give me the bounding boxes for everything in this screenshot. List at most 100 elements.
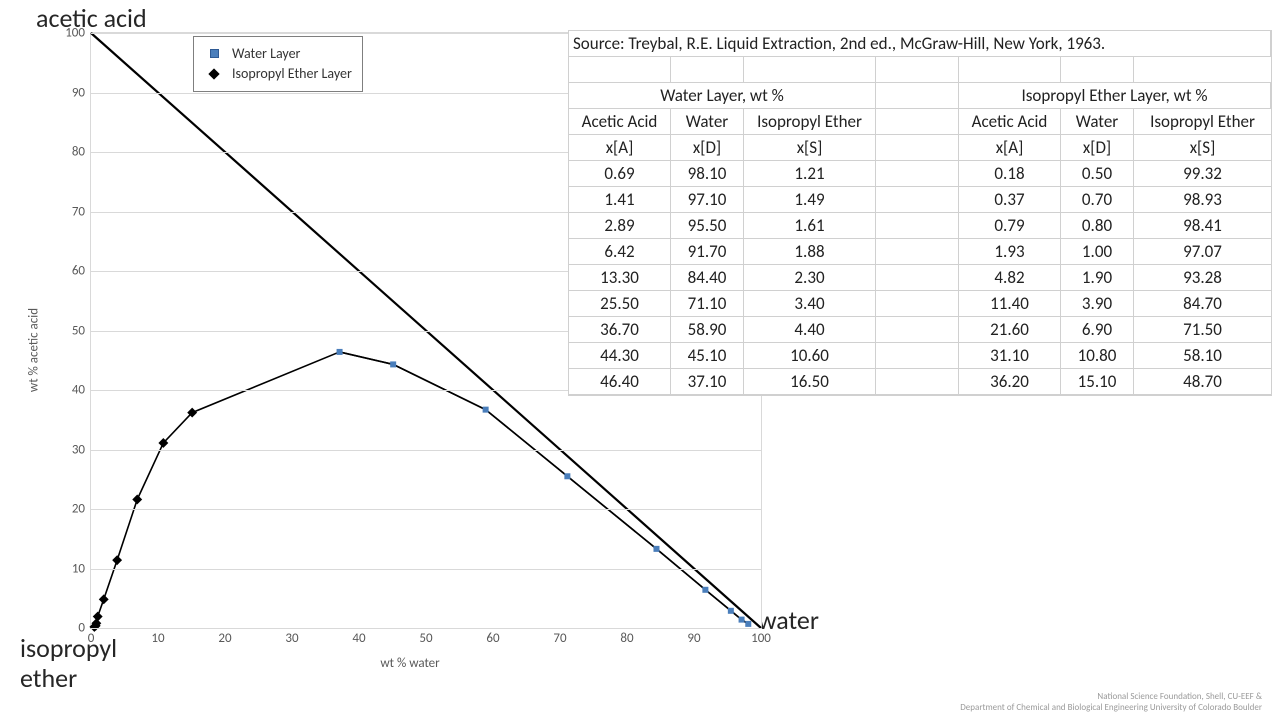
table-cell: x[S] xyxy=(1134,135,1271,161)
y-tick: 20 xyxy=(57,502,85,517)
table-cell: 11.40 xyxy=(959,291,1061,317)
table-cell: 97.10 xyxy=(671,187,744,213)
y-tick: 80 xyxy=(57,145,85,160)
y-tick: 10 xyxy=(57,561,85,576)
table-cell: 6.90 xyxy=(1061,317,1134,343)
vertex-label-acetic: acetic acid xyxy=(36,2,147,34)
table-cell: 2.89 xyxy=(569,213,671,239)
y-tick: 100 xyxy=(57,26,85,41)
table-cell: 71.10 xyxy=(671,291,744,317)
x-tick: 0 xyxy=(88,631,95,646)
source-cell: Source: Treybal, R.E. Liquid Extraction,… xyxy=(569,31,1271,57)
table-cell: 37.10 xyxy=(671,369,744,395)
x-tick: 100 xyxy=(751,631,771,646)
y-tick: 70 xyxy=(57,204,85,219)
table-cell xyxy=(876,317,959,343)
table-cell: Isopropyl Ether xyxy=(1134,109,1271,135)
y-tick: 30 xyxy=(57,442,85,457)
table-cell: 31.10 xyxy=(959,343,1061,369)
table-cell: 0.69 xyxy=(569,161,671,187)
table-cell: 98.10 xyxy=(671,161,744,187)
table-cell: 13.30 xyxy=(569,265,671,291)
table-cell: 71.50 xyxy=(1134,317,1271,343)
table-cell: 44.30 xyxy=(569,343,671,369)
table-cell: 46.40 xyxy=(569,369,671,395)
table-cell: 1.21 xyxy=(744,161,876,187)
table-cell: 0.70 xyxy=(1061,187,1134,213)
x-tick: 80 xyxy=(620,631,633,646)
table-cell: 1.41 xyxy=(569,187,671,213)
table-cell: 58.10 xyxy=(1134,343,1271,369)
table-cell: 1.90 xyxy=(1061,265,1134,291)
table-cell: 1.61 xyxy=(744,213,876,239)
table-cell: 1.93 xyxy=(959,239,1061,265)
table-cell: 0.18 xyxy=(959,161,1061,187)
table-cell: Water xyxy=(1061,109,1134,135)
table-cell: 98.93 xyxy=(1134,187,1271,213)
table-cell: 10.60 xyxy=(744,343,876,369)
table-cell: Water xyxy=(671,109,744,135)
table-cell xyxy=(671,57,744,83)
group-water: Water Layer, wt % xyxy=(569,83,876,109)
table-cell: 84.40 xyxy=(671,265,744,291)
table-cell: 1.00 xyxy=(1061,239,1134,265)
table-cell: x[A] xyxy=(569,135,671,161)
table-cell: 10.80 xyxy=(1061,343,1134,369)
y-tick: 0 xyxy=(57,621,85,636)
legend-water-layer: Water Layer xyxy=(232,45,300,62)
y-tick: 40 xyxy=(57,383,85,398)
table-cell: 1.49 xyxy=(744,187,876,213)
table-cell: 84.70 xyxy=(1134,291,1271,317)
table-cell xyxy=(876,83,959,109)
table-cell: 98.41 xyxy=(1134,213,1271,239)
x-tick: 30 xyxy=(285,631,298,646)
table-cell xyxy=(876,291,959,317)
table-cell xyxy=(876,239,959,265)
x-axis-title: wt % water xyxy=(380,656,439,671)
x-tick: 10 xyxy=(151,631,164,646)
x-tick: 20 xyxy=(218,631,231,646)
table-cell: 36.70 xyxy=(569,317,671,343)
table-cell: 15.10 xyxy=(1061,369,1134,395)
table-cell: x[S] xyxy=(744,135,876,161)
table-cell: Acetic Acid xyxy=(959,109,1061,135)
table-cell: 45.10 xyxy=(671,343,744,369)
x-tick: 70 xyxy=(553,631,566,646)
table-cell: 1.88 xyxy=(744,239,876,265)
table-cell: 99.32 xyxy=(1134,161,1271,187)
table-cell: 4.82 xyxy=(959,265,1061,291)
table-cell: 97.07 xyxy=(1134,239,1271,265)
table-cell xyxy=(744,57,876,83)
table-cell: 48.70 xyxy=(1134,369,1271,395)
table-cell: 58.90 xyxy=(671,317,744,343)
table-cell xyxy=(959,57,1061,83)
footer-credits: National Science Foundation, Shell, CU-E… xyxy=(960,692,1262,714)
table-cell xyxy=(876,135,959,161)
table-cell: 95.50 xyxy=(671,213,744,239)
table-cell: x[D] xyxy=(671,135,744,161)
table-cell: 16.50 xyxy=(744,369,876,395)
table-cell: 0.50 xyxy=(1061,161,1134,187)
table-cell: 6.42 xyxy=(569,239,671,265)
table-cell: 3.40 xyxy=(744,291,876,317)
vertex-label-isopropyl: isopropylether xyxy=(20,634,117,694)
x-tick: 40 xyxy=(352,631,365,646)
data-table: Source: Treybal, R.E. Liquid Extraction,… xyxy=(568,30,1272,396)
x-tick: 50 xyxy=(419,631,432,646)
y-tick: 60 xyxy=(57,264,85,279)
table-cell: 0.80 xyxy=(1061,213,1134,239)
table-cell: x[D] xyxy=(1061,135,1134,161)
table-cell: Isopropyl Ether xyxy=(744,109,876,135)
table-cell: 91.70 xyxy=(671,239,744,265)
table-cell: 25.50 xyxy=(569,291,671,317)
table-cell: 21.60 xyxy=(959,317,1061,343)
table-cell: x[A] xyxy=(959,135,1061,161)
chart-legend: Water Layer Isopropyl Ether Layer xyxy=(193,36,363,92)
x-tick: 60 xyxy=(486,631,499,646)
table-cell xyxy=(876,369,959,395)
table-cell xyxy=(876,161,959,187)
y-tick: 90 xyxy=(57,85,85,100)
table-cell xyxy=(876,57,959,83)
group-ether: Isopropyl Ether Layer, wt % xyxy=(959,83,1271,109)
table-cell: 0.79 xyxy=(959,213,1061,239)
